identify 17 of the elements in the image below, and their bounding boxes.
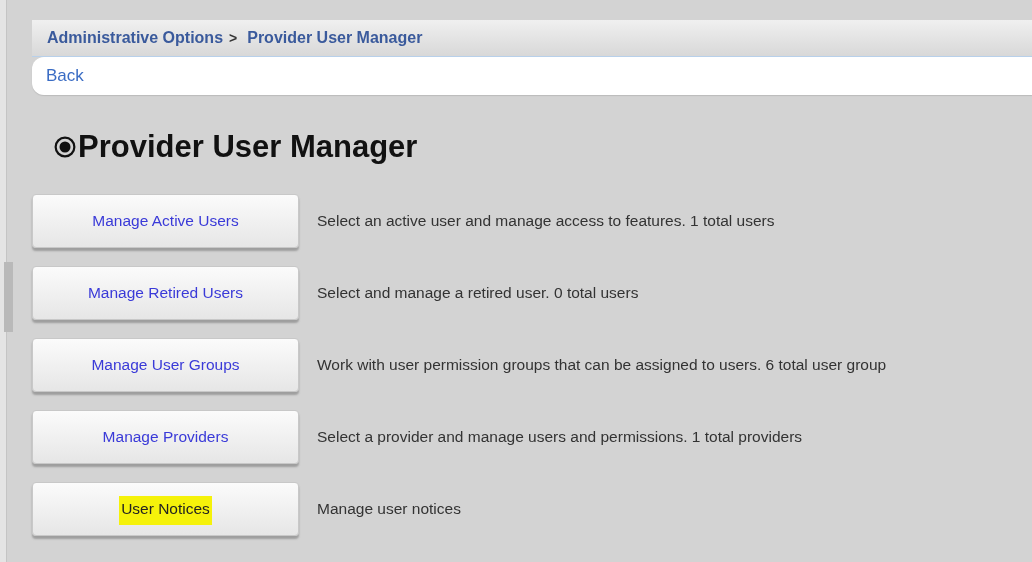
back-link[interactable]: Back xyxy=(46,66,84,86)
option-description: Work with user permission groups that can be assigned to users. 6 total user group xyxy=(317,356,887,374)
option-description: Select an active user and manage access to features. 1 total users xyxy=(317,212,775,230)
page-title: Provider User Manager xyxy=(78,129,418,165)
breadcrumb-link[interactable]: Administrative Options xyxy=(47,29,224,47)
option-description: Select and manage a retired user. 0 total users xyxy=(317,284,639,302)
option-description: Select a provider and manage users and permissions. 1 total providers xyxy=(317,428,803,446)
option-button[interactable]: Manage User Groups xyxy=(32,338,299,392)
radio-icon xyxy=(54,136,76,158)
breadcrumb-link[interactable]: Provider User Manager xyxy=(247,29,423,47)
option-button[interactable]: User Notices xyxy=(32,482,299,536)
scrollbar xyxy=(4,262,13,332)
option-button[interactable]: Manage Active Users xyxy=(32,194,299,248)
breadcrumb-separator: > xyxy=(229,30,238,46)
option-button[interactable]: Manage Retired Users xyxy=(32,266,299,320)
option-description: Manage user notices xyxy=(317,500,461,518)
option-button[interactable]: Manage Providers xyxy=(32,410,299,464)
